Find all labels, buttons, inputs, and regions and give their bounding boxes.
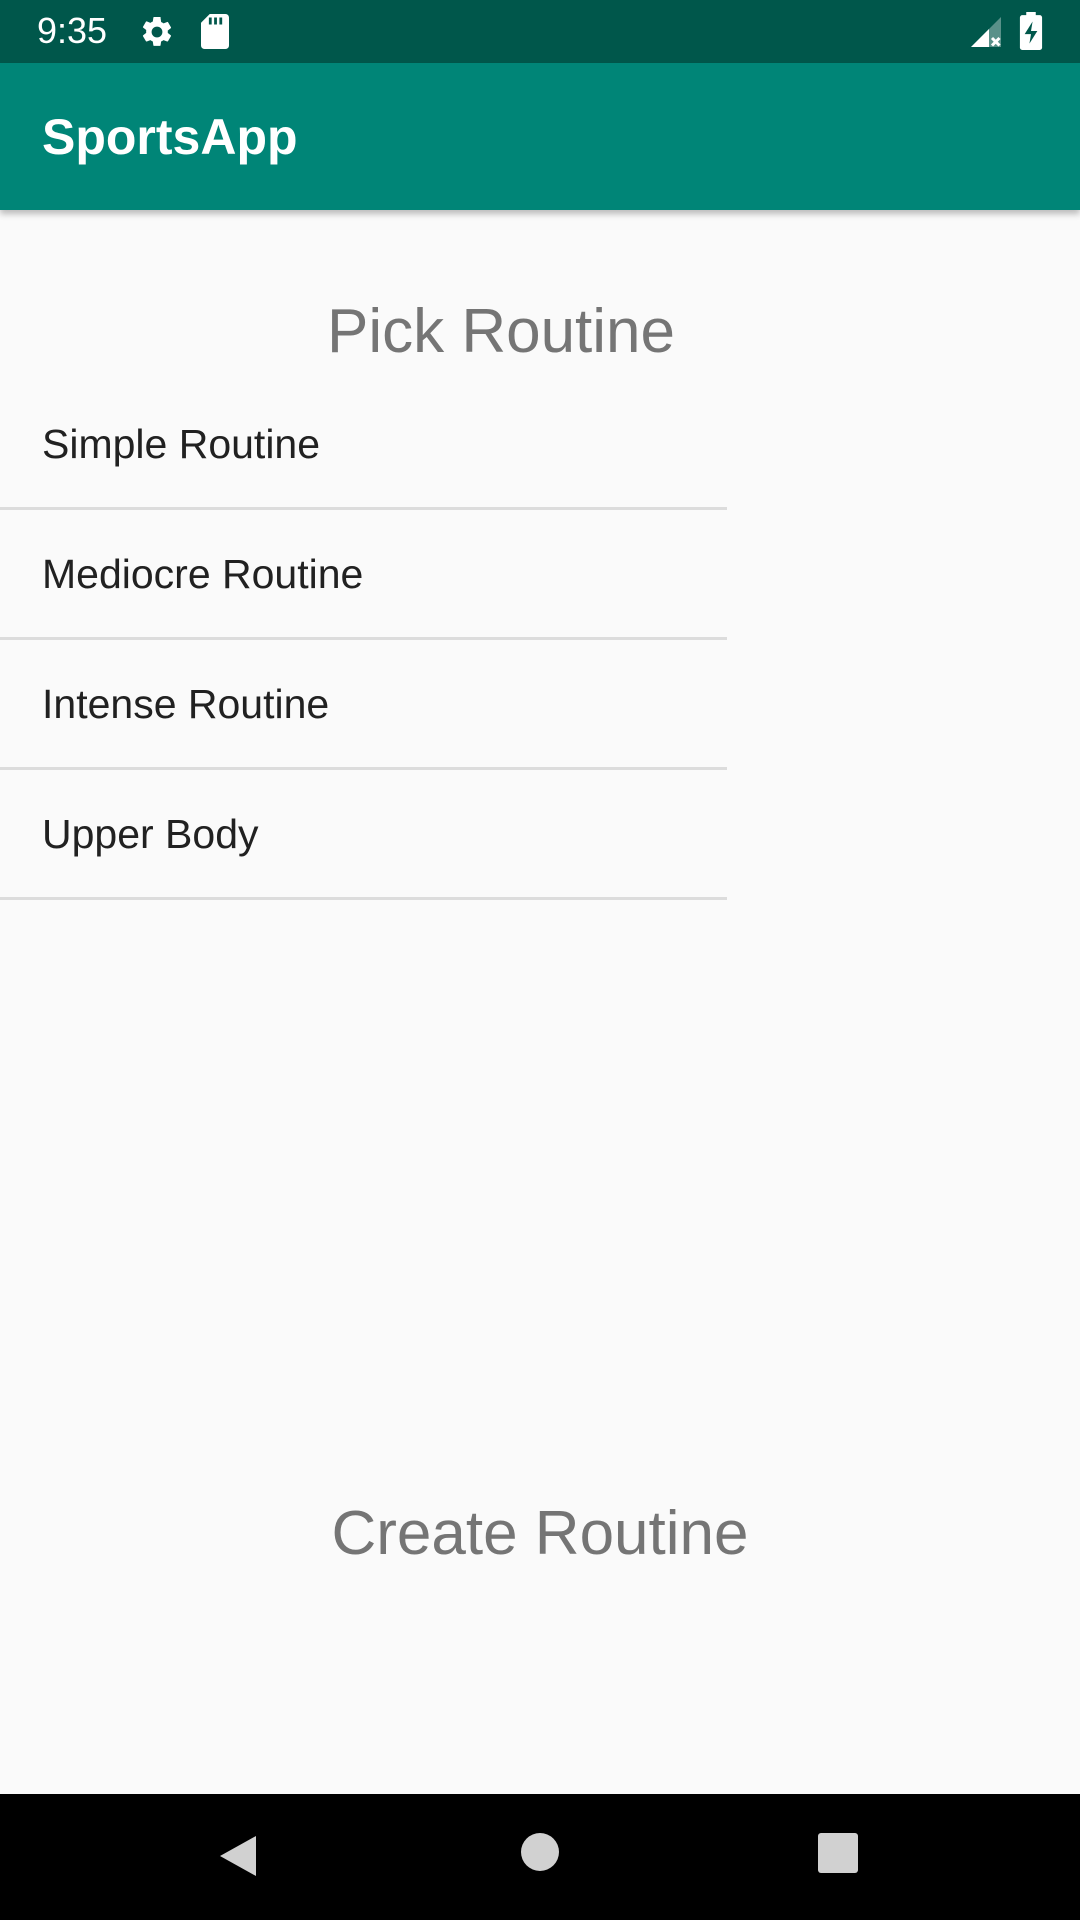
battery-charging-icon	[1019, 12, 1043, 50]
app-title: SportsApp	[42, 109, 298, 165]
routine-item-mediocre[interactable]: Mediocre Routine	[0, 510, 727, 640]
status-bar: 9:35	[0, 0, 1080, 63]
pick-routine-heading: Pick Routine	[326, 297, 676, 366]
back-icon[interactable]	[216, 1832, 260, 1880]
signal-icon	[971, 17, 1001, 47]
sd-card-icon	[201, 14, 229, 49]
routine-label: Upper Body	[42, 811, 259, 857]
status-time: 9:35	[37, 10, 108, 51]
routine-item-upper-body[interactable]: Upper Body	[0, 770, 727, 900]
routine-label: Simple Routine	[42, 421, 321, 467]
navigation-bar	[0, 1794, 1080, 1920]
routine-list: Simple Routine Mediocre Routine Intense …	[0, 380, 727, 900]
routine-item-simple[interactable]: Simple Routine	[0, 380, 727, 510]
create-routine-button[interactable]: Create Routine	[300, 1497, 780, 1577]
routine-item-intense[interactable]: Intense Routine	[0, 640, 727, 770]
routine-label: Mediocre Routine	[42, 551, 364, 597]
home-icon[interactable]	[520, 1832, 560, 1872]
app-bar: SportsApp	[0, 63, 1080, 210]
gear-icon	[142, 16, 172, 46]
routine-label: Intense Routine	[42, 681, 330, 727]
recents-icon[interactable]	[817, 1832, 859, 1874]
